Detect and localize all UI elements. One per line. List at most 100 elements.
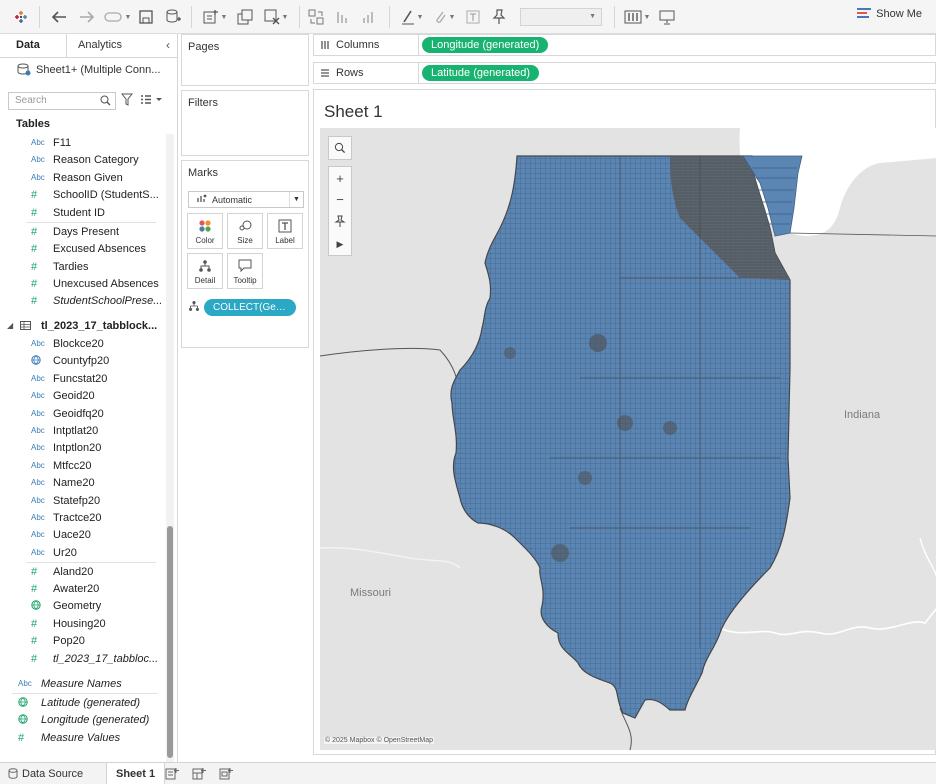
swap-rows-columns-icon[interactable] xyxy=(306,6,326,28)
highlight-icon[interactable]: ▼ xyxy=(398,6,426,28)
pin-icon[interactable] xyxy=(490,6,508,28)
tab-data[interactable]: Data xyxy=(16,39,40,51)
rows-shelf[interactable]: Rows Latitude (generated) xyxy=(313,62,936,84)
field-item[interactable]: Abc Reason Category xyxy=(0,151,166,168)
field-item[interactable]: Countyfp20 xyxy=(0,352,166,369)
field-item[interactable]: Abc Reason Given xyxy=(0,169,166,186)
string-type-icon: Abc xyxy=(31,461,45,470)
field-item[interactable]: Abc Geoid20 xyxy=(0,387,166,404)
filters-card[interactable]: Filters xyxy=(181,90,309,156)
map-canvas[interactable]: Indiana Missouri xyxy=(320,128,936,750)
field-item[interactable]: # StudentSchoolPrese... xyxy=(0,292,166,309)
field-list-scrollbar[interactable] xyxy=(166,134,174,762)
field-item[interactable]: Latitude (generated) xyxy=(0,694,166,711)
pin-map-icon[interactable] xyxy=(329,210,351,232)
new-worksheet-icon[interactable]: ▼ xyxy=(199,6,231,28)
new-worksheet-tab-icon[interactable] xyxy=(165,767,179,780)
latitude-pill[interactable]: Latitude (generated) xyxy=(422,65,540,81)
field-item[interactable]: Geometry xyxy=(0,597,166,614)
field-item[interactable]: Abc Statefp20 xyxy=(0,492,166,509)
pause-updates-icon[interactable]: ▼ xyxy=(102,6,132,28)
field-item[interactable]: Abc Blockce20 xyxy=(0,335,166,352)
sheet-title[interactable]: Sheet 1 xyxy=(324,102,383,122)
new-story-tab-icon[interactable] xyxy=(219,767,233,780)
globe-icon xyxy=(31,354,47,367)
new-data-source-icon[interactable] xyxy=(163,6,183,28)
label-button[interactable]: Label xyxy=(267,213,303,249)
field-item[interactable]: # Days Present xyxy=(0,223,166,240)
group-members-icon[interactable]: ▼ xyxy=(430,6,458,28)
string-type-icon: Abc xyxy=(31,155,45,164)
map-view[interactable]: Indiana Missouri + − ▶ © 2025 Mapbox © O… xyxy=(320,128,936,750)
mark-type-dropdown[interactable]: Automatic ▼ xyxy=(188,191,304,208)
clear-sheet-icon[interactable]: ▼ xyxy=(260,6,292,28)
field-item[interactable]: # Pop20 xyxy=(0,632,166,649)
sheet1-tab[interactable]: Sheet 1 xyxy=(106,763,166,784)
sort-ascending-icon[interactable] xyxy=(333,6,353,28)
field-item[interactable]: Longitude (generated) xyxy=(0,711,166,728)
duplicate-sheet-icon[interactable] xyxy=(235,6,255,28)
tab-analytics[interactable]: Analytics xyxy=(78,39,122,51)
tooltip-button[interactable]: Tooltip xyxy=(227,253,263,289)
columns-shelf[interactable]: Columns Longitude (generated) xyxy=(313,34,936,56)
globe-icon xyxy=(18,713,34,726)
show-me-button[interactable]: Show Me xyxy=(857,8,922,20)
presentation-mode-icon[interactable] xyxy=(657,6,677,28)
save-icon[interactable] xyxy=(137,6,155,28)
map-attribution[interactable]: © 2025 Mapbox © OpenStreetMap xyxy=(324,737,434,744)
field-item[interactable]: # Student ID xyxy=(0,204,166,221)
size-button[interactable]: Size xyxy=(227,213,263,249)
field-label: Name20 xyxy=(53,476,95,489)
field-item[interactable]: Abc Intptlat20 xyxy=(0,422,166,439)
table-group-header[interactable]: ◢ tl_2023_17_tabblock... xyxy=(0,317,166,334)
data-source-tab[interactable]: Data Source xyxy=(8,763,83,784)
collapse-pane-icon[interactable]: ‹ xyxy=(166,38,170,52)
field-item[interactable]: Abc Tractce20 xyxy=(0,509,166,526)
zoom-out-icon[interactable]: − xyxy=(329,188,351,210)
show-mark-labels-icon[interactable] xyxy=(464,6,482,28)
marks-title: Marks xyxy=(188,167,218,179)
detail-button[interactable]: Detail xyxy=(187,253,223,289)
field-item[interactable]: Abc Measure Names xyxy=(0,675,166,692)
field-item[interactable]: # tl_2023_17_tabbloc... xyxy=(0,650,166,667)
view-options-icon[interactable] xyxy=(140,95,162,108)
field-item[interactable]: Abc Funcstat20 xyxy=(0,370,166,387)
sort-descending-icon[interactable] xyxy=(359,6,379,28)
expand-toolbar-icon[interactable]: ▶ xyxy=(329,233,351,255)
field-item[interactable]: Abc Intptlon20 xyxy=(0,439,166,456)
collapse-caret-icon[interactable]: ◢ xyxy=(7,321,13,330)
urban-cluster xyxy=(663,421,677,435)
search-input[interactable]: Search xyxy=(8,92,116,110)
redo-icon[interactable] xyxy=(76,6,98,28)
fit-dropdown[interactable]: ▼ xyxy=(520,8,602,26)
field-item[interactable]: Abc Ur20 xyxy=(0,544,166,561)
color-button[interactable]: Color xyxy=(187,213,223,249)
longitude-pill[interactable]: Longitude (generated) xyxy=(422,37,549,53)
show-cards-icon[interactable]: ▼ xyxy=(623,6,651,28)
field-item[interactable]: # Awater20 xyxy=(0,580,166,597)
filter-icon[interactable] xyxy=(121,93,133,107)
new-dashboard-tab-icon[interactable] xyxy=(192,767,206,780)
field-item[interactable]: Abc Mtfcc20 xyxy=(0,457,166,474)
field-item[interactable]: # Tardies xyxy=(0,258,166,275)
database-icon xyxy=(8,768,18,779)
pages-card[interactable]: Pages xyxy=(181,34,309,86)
field-item[interactable]: # SchoolID (StudentS... xyxy=(0,186,166,203)
field-item[interactable]: # Measure Values xyxy=(0,729,166,746)
zoom-in-icon[interactable]: + xyxy=(329,167,351,189)
field-item[interactable]: # Unexcused Absences xyxy=(0,275,166,292)
field-item[interactable]: Abc Uace20 xyxy=(0,526,166,543)
field-item[interactable]: # Excused Absences xyxy=(0,240,166,257)
geometry-field-pill[interactable]: COLLECT(Geo... xyxy=(204,299,296,316)
scrollbar-thumb[interactable] xyxy=(167,526,173,758)
field-item[interactable]: Abc Name20 xyxy=(0,474,166,491)
field-item[interactable]: Abc Geoidfq20 xyxy=(0,405,166,422)
field-item[interactable]: # Aland20 xyxy=(0,563,166,580)
string-type-icon: Abc xyxy=(31,443,45,452)
field-item[interactable]: # Housing20 xyxy=(0,615,166,632)
tableau-logo-icon[interactable] xyxy=(10,6,32,28)
datasource-item[interactable]: Sheet1+ (Multiple Conn... xyxy=(17,63,160,76)
field-item[interactable]: Abc F11 xyxy=(0,134,166,151)
map-search-button[interactable] xyxy=(328,136,352,160)
undo-icon[interactable] xyxy=(48,6,70,28)
